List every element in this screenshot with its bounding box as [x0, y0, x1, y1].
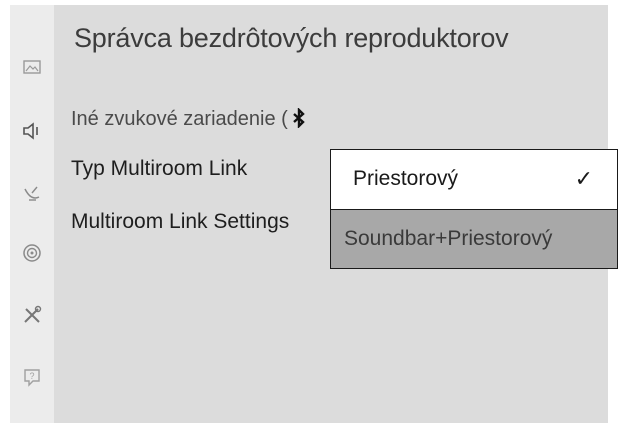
svg-text:?: ?: [29, 371, 34, 381]
other-audio-device-label: Iné zvukové zariadenie (: [71, 108, 288, 130]
speaker-icon[interactable]: [20, 119, 44, 143]
satellite-icon[interactable]: [20, 180, 44, 204]
settings-panel: ? Správca bezdrôtových reproduktorov Iné…: [10, 5, 618, 423]
multiroom-link-settings-item[interactable]: Multiroom Link Settings: [71, 210, 289, 234]
bluetooth-icon: [292, 108, 305, 128]
option-priestorovy[interactable]: Priestorový ✓: [331, 150, 617, 208]
option-label: Priestorový: [353, 167, 459, 190]
sidebar: ?: [10, 5, 54, 423]
option-label: Soundbar+Priestorový: [344, 227, 553, 250]
check-icon: ✓: [574, 166, 593, 191]
option-soundbar-priestorovy[interactable]: Soundbar+Priestorový: [331, 209, 617, 268]
picture-icon[interactable]: [20, 55, 44, 79]
page-title: Správca bezdrôtových reproduktorov: [74, 23, 509, 53]
network-icon[interactable]: [20, 241, 44, 265]
support-icon[interactable]: ?: [20, 365, 44, 389]
multiroom-link-type-item[interactable]: Typ Multiroom Link: [71, 157, 247, 181]
other-audio-device-item[interactable]: Iné zvukové zariadenie (: [71, 108, 308, 131]
link-type-dropdown[interactable]: Priestorový ✓ Soundbar+Priestorový: [330, 149, 618, 269]
tools-icon[interactable]: [20, 303, 44, 327]
